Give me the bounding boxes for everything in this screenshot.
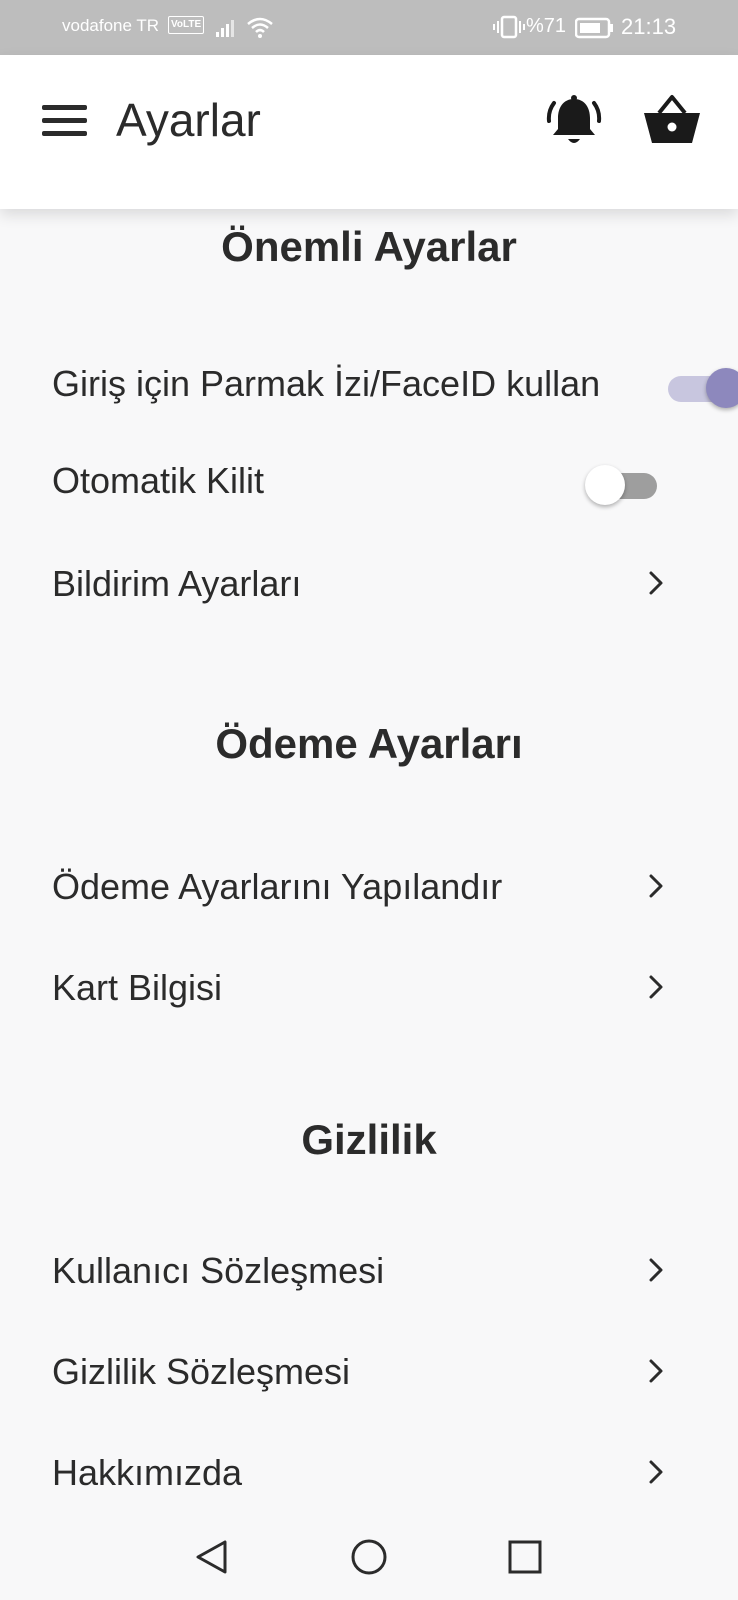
back-icon[interactable]	[193, 1537, 233, 1577]
setting-notifications-label: Bildirim Ayarları	[52, 563, 302, 604]
section-title-privacy: Gizlilik	[301, 1116, 437, 1163]
setting-autolock[interactable]: Otomatik Kilit	[0, 436, 738, 526]
autolock-toggle[interactable]	[585, 459, 661, 505]
section-title-important: Önemli Ayarlar	[221, 223, 517, 270]
chevron-right-icon	[649, 975, 663, 999]
setting-about-label: Hakkımızda	[52, 1452, 243, 1493]
wifi-icon	[247, 17, 273, 38]
section-title-payment: Ödeme Ayarları	[215, 720, 523, 767]
home-icon[interactable]	[349, 1537, 389, 1577]
setting-biometric-label: Giriş için Parmak İzi/FaceID kullan	[52, 363, 601, 404]
chevron-right-icon	[649, 1460, 663, 1484]
setting-payment-configure-label: Ödeme Ayarlarını Yapılandır	[52, 866, 503, 907]
setting-about[interactable]: Hakkımızda	[0, 1428, 738, 1517]
volte-badge: VoLTE	[168, 16, 205, 34]
basket-icon[interactable]	[643, 93, 701, 145]
chevron-right-icon	[649, 1258, 663, 1282]
toggle-knob	[706, 368, 738, 408]
battery-percent: %71	[526, 15, 567, 37]
setting-card-info-label: Kart Bilgisi	[52, 967, 223, 1008]
status-bar: vodafone TR VoLTE %71 21:13	[0, 0, 738, 55]
chevron-right-icon	[649, 874, 663, 898]
setting-user-agreement[interactable]: Kullanıcı Sözleşmesi	[0, 1226, 738, 1316]
setting-biometric-login[interactable]: Giriş için Parmak İzi/FaceID kullan	[0, 339, 738, 429]
menu-icon[interactable]	[42, 101, 90, 141]
setting-autolock-label: Otomatik Kilit	[52, 460, 265, 501]
setting-user-agreement-label: Kullanıcı Sözleşmesi	[52, 1250, 385, 1291]
chevron-right-icon	[649, 571, 663, 595]
app-bar: Ayarlar	[0, 55, 738, 209]
setting-card-info[interactable]: Kart Bilgisi	[0, 943, 738, 1033]
settings-content: Önemli Ayarlar Giriş için Parmak İzi/Fac…	[0, 209, 738, 1517]
chevron-right-icon	[649, 1359, 663, 1383]
carrier-name: vodafone TR	[62, 16, 160, 35]
battery-icon	[575, 17, 613, 39]
recents-icon[interactable]	[505, 1537, 545, 1577]
signal-icon	[216, 20, 234, 37]
setting-privacy-agreement-label: Gizlilik Sözleşmesi	[52, 1351, 351, 1392]
toggle-knob	[585, 465, 625, 505]
page-title: Ayarlar	[116, 94, 261, 146]
vibrate-icon	[493, 15, 525, 39]
setting-payment-configure[interactable]: Ödeme Ayarlarını Yapılandır	[0, 842, 738, 932]
setting-privacy-agreement[interactable]: Gizlilik Sözleşmesi	[0, 1327, 738, 1417]
clock: 21:13	[621, 14, 677, 39]
biometric-toggle[interactable]	[662, 362, 738, 408]
bell-icon[interactable]	[546, 93, 602, 149]
system-nav-bar	[0, 1517, 738, 1600]
setting-notifications[interactable]: Bildirim Ayarları	[0, 539, 738, 629]
